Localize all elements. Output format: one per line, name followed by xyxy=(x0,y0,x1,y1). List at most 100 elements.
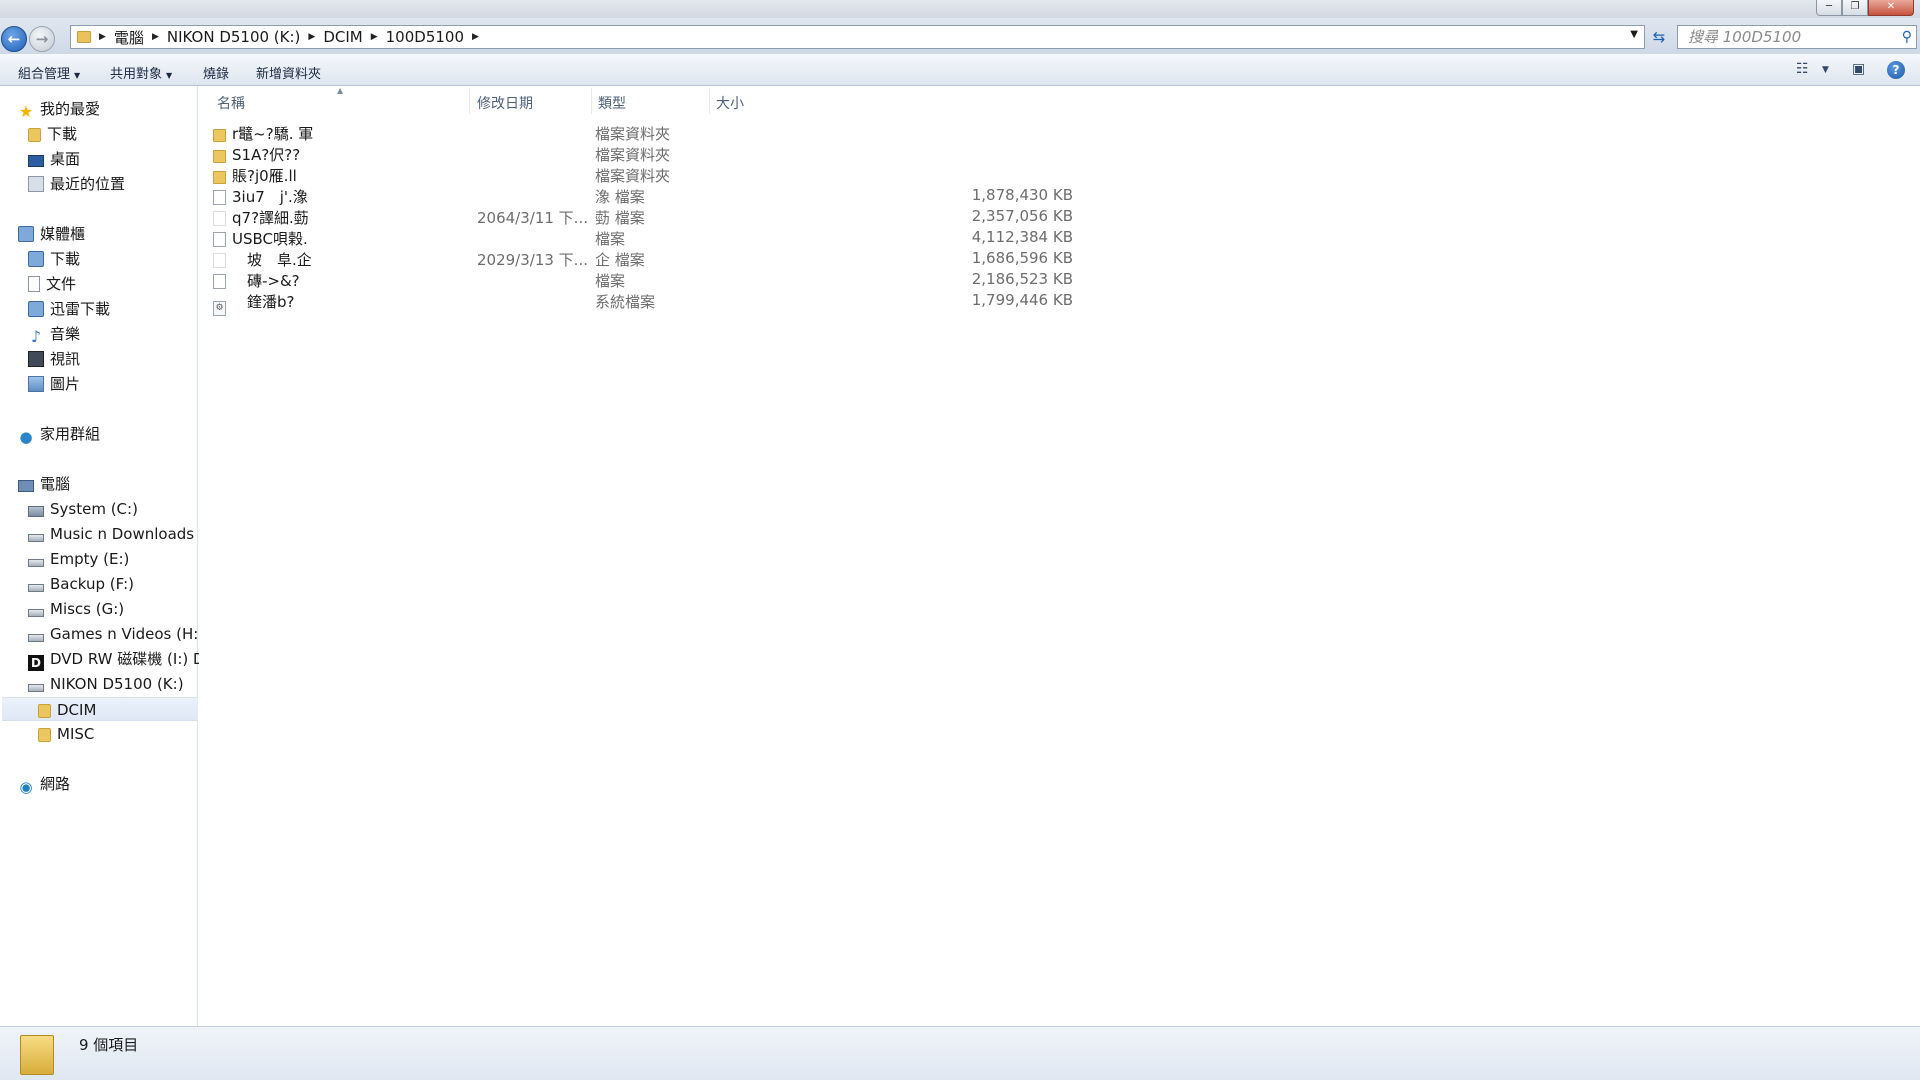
command-bar: 組合管理 ▼ 共用對象 ▼ 燒錄 新增資料夾 ☷ ▼ ▣ ? xyxy=(0,54,1920,86)
library-icon xyxy=(18,226,34,242)
sidebar-item-desktop[interactable]: 桌面 xyxy=(28,147,224,171)
file-row[interactable]: q7?譯細.葝 2064/3/11 下... 葝 檔案 2,357,056 KB xyxy=(213,206,1273,227)
file-row[interactable]: 坡 阜.企 2029/3/13 下... 企 檔案 1,686,596 KB xyxy=(213,248,1273,269)
share-button[interactable]: 共用對象 ▼ xyxy=(110,63,172,82)
file-type: 檔案資料夾 xyxy=(595,125,671,143)
file-name: q7?譯細.葝 xyxy=(232,209,309,227)
column-divider[interactable] xyxy=(469,88,470,114)
preview-pane-icon[interactable]: ▣ xyxy=(1852,61,1865,77)
burn-button[interactable]: 燒錄 xyxy=(203,63,229,82)
document-icon xyxy=(28,276,40,292)
file-name: 3iu7 j'.潒 xyxy=(232,188,308,206)
column-date[interactable]: 修改日期 xyxy=(477,93,533,113)
sidebar-network[interactable]: ◉ 網路 xyxy=(18,772,214,796)
refresh-button[interactable]: ⇆ xyxy=(1649,26,1669,48)
sidebar-label: 家用群組 xyxy=(40,425,101,443)
back-arrow-icon: ← xyxy=(7,30,21,48)
sidebar-item-pictures[interactable]: 圖片 xyxy=(28,372,224,396)
column-name[interactable]: 名稱 xyxy=(217,93,245,113)
minimize-button[interactable]: ─ xyxy=(1816,0,1842,16)
forward-button[interactable]: → xyxy=(29,26,55,52)
sidebar-item-lib-downloads[interactable]: 下載 xyxy=(28,247,224,271)
file-type: 系統檔案 xyxy=(595,293,656,311)
sidebar-item-drive-i[interactable]: D DVD RW 磁碟機 (I:) D xyxy=(28,647,224,671)
breadcrumb-current[interactable]: 100D5100 xyxy=(386,28,464,46)
help-icon[interactable]: ? xyxy=(1887,61,1905,79)
column-divider[interactable] xyxy=(591,88,592,114)
breadcrumb-separator-icon[interactable]: ▶ xyxy=(152,32,159,42)
sidebar-item-drive-h[interactable]: Games n Videos (H:) xyxy=(28,622,224,646)
hard-drive-icon xyxy=(28,559,44,567)
column-size[interactable]: 大小 xyxy=(716,93,744,113)
file-name: 磚->&? xyxy=(232,272,300,290)
sidebar-item-drive-f[interactable]: Backup (F:) xyxy=(28,572,224,596)
new-folder-button[interactable]: 新增資料夾 xyxy=(256,63,321,82)
file-row[interactable]: 3iu7 j'.潒 潒 檔案 1,878,430 KB xyxy=(213,185,1273,206)
chevron-down-icon: ▼ xyxy=(166,71,173,80)
column-divider[interactable] xyxy=(709,88,710,114)
details-pane: 9 個項目 xyxy=(0,1026,1920,1080)
search-icon[interactable]: ⚲ xyxy=(1902,26,1912,48)
sidebar-item-drive-k[interactable]: NIKON D5100 (K:) xyxy=(28,672,224,696)
sidebar-label: 最近的位置 xyxy=(50,175,126,193)
file-type: 葝 檔案 xyxy=(595,209,645,227)
sidebar-homegroup[interactable]: ● 家用群組 xyxy=(18,422,214,446)
star-icon: ★ xyxy=(18,102,34,121)
sidebar-item-drive-d[interactable]: Music n Downloads ( xyxy=(28,522,224,546)
sidebar-label: 下載 xyxy=(50,250,81,268)
hard-drive-icon xyxy=(28,609,44,617)
file-row[interactable]: ⚙ 鍷潘b? 系統檔案 1,799,446 KB xyxy=(213,290,1273,316)
music-note-icon: ♪ xyxy=(30,327,42,346)
sidebar-item-drive-e[interactable]: Empty (E:) xyxy=(28,547,224,571)
homegroup-icon: ● xyxy=(19,428,33,446)
breadcrumb-computer[interactable]: 電腦 xyxy=(114,27,144,48)
breadcrumb-dcim[interactable]: DCIM xyxy=(323,28,362,46)
sidebar-label: 我的最愛 xyxy=(40,100,101,118)
sidebar-label: Miscs (G:) xyxy=(50,600,125,618)
sidebar-label: Backup (F:) xyxy=(50,575,134,593)
sidebar-item-documents[interactable]: 文件 xyxy=(28,272,224,296)
column-type[interactable]: 類型 xyxy=(598,93,626,113)
search-input[interactable]: 搜尋 100D5100 ⚲ xyxy=(1677,25,1917,49)
folder-icon xyxy=(38,728,51,742)
chevron-down-icon[interactable]: ▼ xyxy=(1822,65,1829,75)
breadcrumb-separator-icon[interactable]: ▶ xyxy=(308,32,315,42)
sidebar-item-downloads[interactable]: 下載 xyxy=(28,122,224,146)
file-name: USBC唄榖. xyxy=(232,230,308,248)
close-button[interactable]: ✕ xyxy=(1868,0,1914,16)
sidebar-item-recent-places[interactable]: 最近的位置 xyxy=(28,172,224,196)
library-thunder-icon xyxy=(28,301,44,317)
file-row[interactable]: r鼊~?驕. 軍 檔案資料夾 xyxy=(213,122,1273,143)
sidebar-libraries[interactable]: 媒體櫃 xyxy=(18,222,214,246)
folder-icon xyxy=(213,171,226,184)
address-dropdown-icon[interactable]: ▼ xyxy=(1630,29,1638,40)
sidebar-item-videos[interactable]: 視訊 xyxy=(28,347,224,371)
file-row[interactable]: S1A?伬?? 檔案資料夾 xyxy=(213,143,1273,164)
breadcrumb-separator-icon[interactable]: ▶ xyxy=(99,32,106,42)
breadcrumb-separator-icon[interactable]: ▶ xyxy=(472,32,479,42)
address-row: ← → ▶ 電腦 ▶ NIKON D5100 (K:) ▶ DCIM ▶ 100… xyxy=(0,18,1920,54)
breadcrumb-drive[interactable]: NIKON D5100 (K:) xyxy=(167,28,301,46)
organize-button[interactable]: 組合管理 ▼ xyxy=(18,63,80,82)
sidebar-label: System (C:) xyxy=(50,500,138,518)
file-row[interactable]: USBC唄榖. 檔案 4,112,384 KB xyxy=(213,227,1273,248)
sidebar-item-dcim[interactable]: DCIM xyxy=(2,697,198,721)
sidebar-item-drive-c[interactable]: System (C:) xyxy=(28,497,224,521)
file-row[interactable]: 賬?j0雁.ll 檔案資料夾 xyxy=(213,164,1273,185)
sidebar-computer[interactable]: 電腦 xyxy=(18,472,214,496)
sidebar-favorites[interactable]: ★ 我的最愛 xyxy=(18,97,214,121)
address-bar[interactable]: ▶ 電腦 ▶ NIKON D5100 (K:) ▶ DCIM ▶ 100D510… xyxy=(70,25,1645,49)
file-name: 坡 阜.企 xyxy=(232,251,312,269)
sidebar-item-music[interactable]: ♪ 音樂 xyxy=(28,322,224,346)
sidebar-item-drive-g[interactable]: Miscs (G:) xyxy=(28,597,224,621)
file-row[interactable]: 磚->&? 檔案 2,186,523 KB xyxy=(213,269,1273,290)
hard-drive-icon xyxy=(28,634,44,642)
item-count: 9 個項目 xyxy=(79,1036,139,1054)
dvd-drive-icon: D xyxy=(28,655,44,671)
sidebar-item-thunder-downloads[interactable]: 迅雷下載 xyxy=(28,297,224,321)
maximize-button[interactable]: ❐ xyxy=(1842,0,1868,16)
sidebar-label: 網路 xyxy=(40,775,71,793)
breadcrumb-separator-icon[interactable]: ▶ xyxy=(371,32,378,42)
back-button[interactable]: ← xyxy=(1,26,27,52)
view-options-icon[interactable]: ☷ xyxy=(1796,61,1809,77)
